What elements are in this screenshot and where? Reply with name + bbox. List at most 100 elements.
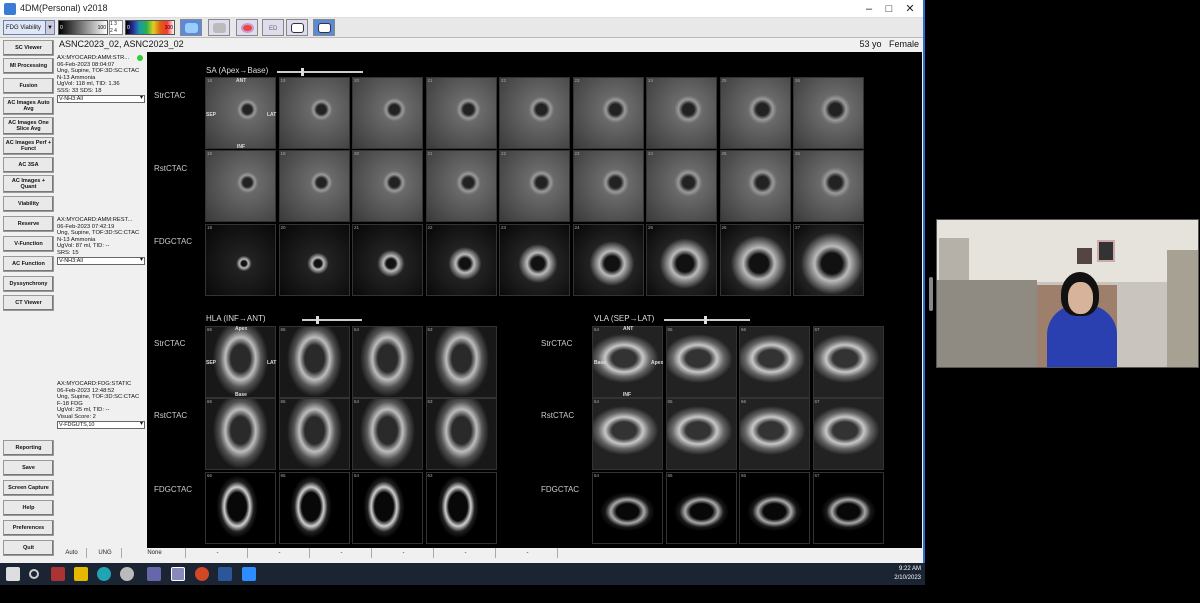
image-tile[interactable]: 65	[665, 398, 737, 470]
nav-preferences[interactable]: Preferences	[3, 520, 54, 536]
display2-button[interactable]	[313, 19, 335, 36]
nav-sc-viewer[interactable]: SC Viewer	[3, 40, 54, 56]
nav-save[interactable]: Save	[3, 460, 54, 476]
image-tile[interactable]: 21	[425, 77, 497, 149]
maximize-icon[interactable]: □	[878, 0, 900, 18]
heart-view-button[interactable]	[180, 19, 202, 36]
image-tile[interactable]: 65	[278, 398, 350, 470]
image-tile[interactable]: 21	[425, 150, 497, 222]
app1-icon[interactable]	[51, 567, 65, 581]
image-tile[interactable]: 66	[205, 398, 276, 470]
image-tile[interactable]: 66	[739, 326, 810, 398]
image-tile[interactable]: 19	[278, 77, 350, 149]
nav-help[interactable]: Help	[3, 500, 54, 516]
search-icon[interactable]	[29, 569, 39, 579]
image-tile[interactable]: 66	[739, 398, 810, 470]
scroll-indicator[interactable]	[929, 277, 933, 311]
nav-fusion[interactable]: Fusion	[3, 78, 54, 94]
image-tile[interactable]: 67	[812, 472, 884, 544]
image-tile[interactable]: 26	[793, 150, 864, 222]
image-tile[interactable]: 65	[665, 472, 737, 544]
image-tile[interactable]: 21	[352, 224, 423, 296]
image-tile[interactable]: 20	[352, 150, 423, 222]
image-tile[interactable]: 22	[425, 224, 497, 296]
image-tile[interactable]: 66	[205, 472, 276, 544]
close-icon[interactable]: ✕	[899, 0, 921, 18]
mode-select[interactable]: FDG Viability ▼	[3, 20, 55, 35]
image-tile[interactable]: 64	[352, 326, 423, 398]
minimize-icon[interactable]: –	[858, 0, 880, 18]
nav-reporting[interactable]: Reporting	[3, 440, 54, 456]
image-tile[interactable]: 26	[719, 224, 791, 296]
image-tile[interactable]: 67	[812, 326, 884, 398]
image-tile[interactable]: 65	[278, 326, 350, 398]
study-select[interactable]: V-NH3:All	[57, 95, 145, 103]
edge-icon[interactable]	[97, 567, 111, 581]
ed-button[interactable]: ED	[262, 19, 284, 36]
nav-quit[interactable]: Quit	[3, 540, 54, 556]
image-tile[interactable]: 23	[572, 77, 644, 149]
nav-screen-capture[interactable]: Screen Capture	[3, 480, 54, 496]
slider-thumb[interactable]	[704, 316, 707, 324]
vla-slider[interactable]	[664, 316, 750, 324]
image-tile[interactable]: 19	[278, 150, 350, 222]
image-tile[interactable]: 18	[205, 150, 276, 222]
image-tile[interactable]: 20	[352, 77, 423, 149]
image-tile[interactable]: 20	[278, 224, 350, 296]
nav-dyssynchrony[interactable]: Dyssynchrony	[3, 276, 54, 292]
nav-reserve[interactable]: Reserve	[3, 216, 54, 232]
zoom-icon[interactable]	[242, 567, 256, 581]
image-tile[interactable]: 64	[352, 398, 423, 470]
study-select[interactable]: V-NH3:All	[57, 257, 145, 265]
image-tile[interactable]: 24	[572, 224, 644, 296]
image-tile[interactable]: 25	[646, 224, 717, 296]
slider-thumb[interactable]	[301, 68, 304, 76]
word-icon[interactable]	[218, 567, 232, 581]
image-tile[interactable]: 24	[646, 77, 717, 149]
nav-ac-images-auto-avg[interactable]: AC Images Auto Avg	[3, 97, 54, 115]
windows-start-icon[interactable]	[6, 567, 20, 581]
nav-ac-images-quant[interactable]: AC Images + Quant	[3, 175, 54, 193]
nav-ac-images-one-slice[interactable]: AC Images One Slice Avg	[3, 117, 54, 135]
image-tile[interactable]: 26	[793, 77, 864, 149]
image-tile[interactable]: 27	[793, 224, 864, 296]
image-tile[interactable]: 65	[278, 472, 350, 544]
image-tile[interactable]: 25	[719, 77, 791, 149]
image-tile[interactable]: 22	[499, 150, 570, 222]
image-tile[interactable]: 67	[812, 398, 884, 470]
image-tile[interactable]: 63	[425, 472, 497, 544]
nav-mi-processing[interactable]: MI Processing	[3, 58, 54, 74]
sa-slider[interactable]	[277, 68, 363, 76]
nav-v-function[interactable]: V-Function	[3, 236, 54, 252]
powerpoint-icon[interactable]	[195, 567, 209, 581]
nav-ac-3sa[interactable]: AC 3SA	[3, 157, 54, 173]
display-button[interactable]	[286, 19, 308, 36]
image-tile[interactable]: 23	[499, 224, 570, 296]
study-select[interactable]: V-FDGUTS,10	[57, 421, 145, 429]
nav-viability[interactable]: Viability	[3, 196, 54, 212]
image-tile[interactable]: 66	[739, 472, 810, 544]
image-tile[interactable]: 24	[646, 150, 717, 222]
image-tile[interactable]: 23	[572, 150, 644, 222]
image-tile[interactable]: 19	[205, 224, 276, 296]
image-tile[interactable]: 63	[425, 326, 497, 398]
image-tile[interactable]: 25	[719, 150, 791, 222]
3d-view-button[interactable]	[208, 19, 230, 36]
4dm-icon[interactable]	[171, 567, 185, 581]
image-tile[interactable]: 64	[592, 472, 663, 544]
folder-icon[interactable]	[74, 567, 88, 581]
image-tile[interactable]: 22	[499, 77, 570, 149]
hla-slider[interactable]	[302, 316, 362, 324]
nav-ct-viewer[interactable]: CT Viewer	[3, 295, 54, 311]
slider-thumb[interactable]	[316, 316, 319, 324]
colorbar-steppers[interactable]: 1 32 4	[109, 20, 123, 35]
image-tile[interactable]: 65	[665, 326, 737, 398]
nav-ac-function[interactable]: AC Function	[3, 256, 54, 272]
image-tile[interactable]: 64	[352, 472, 423, 544]
image-tile[interactable]: 64	[592, 398, 663, 470]
nav-ac-images-perf-funct[interactable]: AC Images Perf + Funct	[3, 137, 54, 155]
target-button[interactable]	[236, 19, 258, 36]
app4-icon[interactable]	[120, 567, 134, 581]
image-viewer[interactable]: SA (Apex→Base) HLA (INF→ANT) VLA (SEP→LA…	[147, 52, 922, 548]
chevron-down-icon[interactable]: ▼	[45, 21, 54, 34]
